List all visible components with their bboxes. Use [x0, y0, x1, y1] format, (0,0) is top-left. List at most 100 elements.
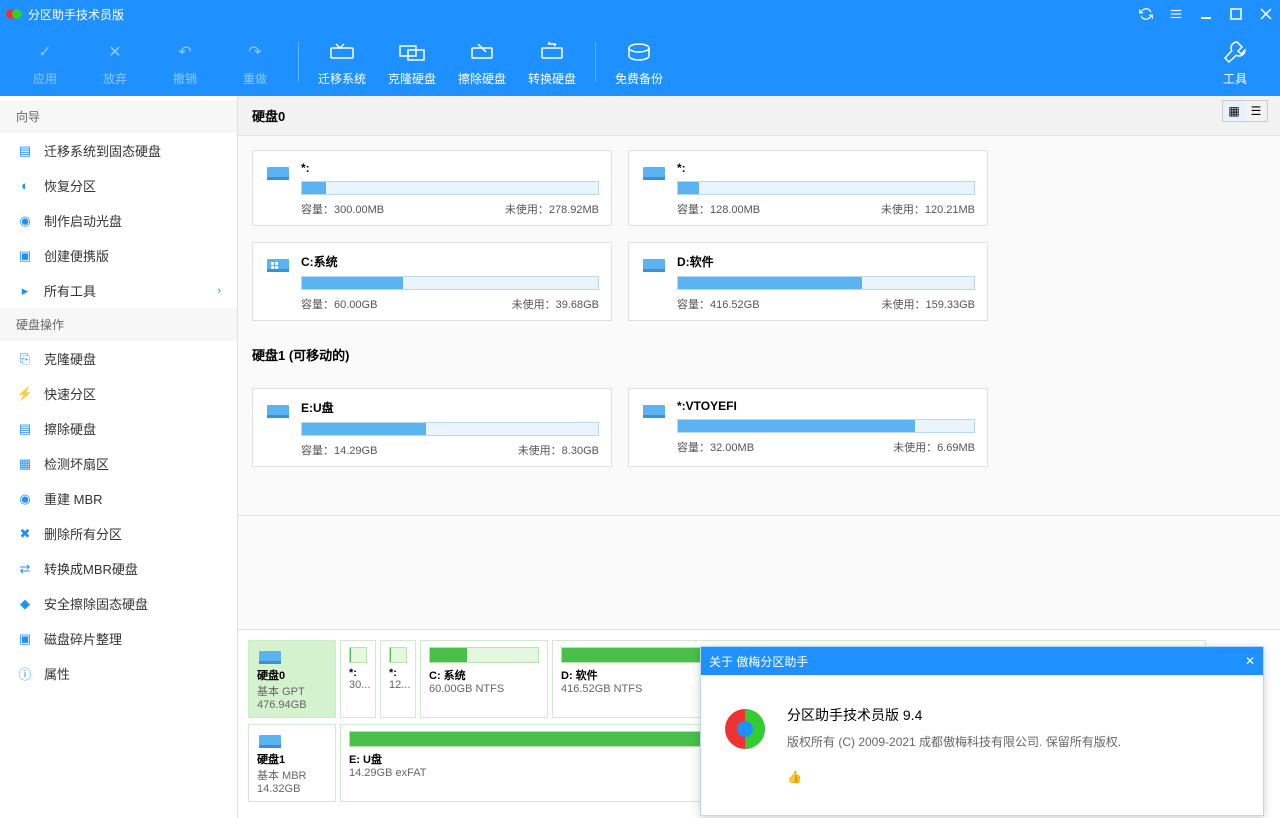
strip-partition[interactable]: C: 系统60.00GB NTFS — [420, 640, 548, 718]
sidebar-item-label: 创建便携版 — [44, 246, 109, 265]
sidebar-wizard-item[interactable]: ▤ 迁移系统到固态硬盘 — [0, 133, 237, 168]
sidebar-wizard-item[interactable]: ◐恢复分区 — [0, 168, 237, 203]
view-toggle: ▦ ☰ — [1222, 100, 1268, 122]
strip-disk-name: 硬盘0 — [257, 667, 327, 683]
sidebar-item-icon: ▤ — [16, 420, 34, 438]
sidebar-diskop-item[interactable]: ⚡快速分区 — [0, 376, 237, 411]
undo-button[interactable]: ↶撤销 — [150, 32, 220, 92]
about-logo-icon — [721, 705, 769, 753]
strip-partition[interactable]: *:30... — [340, 640, 376, 718]
partition-name: *: — [677, 161, 975, 175]
convert-button[interactable]: 转换硬盘 — [517, 32, 587, 92]
sidebar-wizard-item[interactable]: ▸所有工具› — [0, 273, 237, 308]
strip-partition[interactable]: *:12... — [380, 640, 416, 718]
strip-disk-name: 硬盘1 — [257, 751, 327, 767]
disk-icon — [265, 163, 291, 183]
redo-button[interactable]: ↷重做 — [220, 32, 290, 92]
about-thumb-icon: 👍 — [787, 770, 1121, 784]
sidebar-diskop-item[interactable]: ⇄ 转换成MBR硬盘 — [0, 551, 237, 586]
partition-card[interactable]: E:U盘 容量：14.29GB未使用：8.30GB — [252, 388, 612, 467]
tools-button[interactable]: 工具 — [1200, 32, 1270, 92]
about-close-button[interactable]: ✕ — [1245, 654, 1255, 668]
sidebar-item-icon: ▦ — [16, 455, 34, 473]
partition-free: 未使用：159.33GB — [881, 296, 975, 312]
close-button[interactable] — [1258, 6, 1274, 22]
sidebar-item-label: 所有工具 — [44, 281, 96, 300]
sidebar-diskop-item[interactable]: ⓘ属性 — [0, 656, 237, 691]
refresh-icon[interactable] — [1138, 6, 1154, 22]
sidebar-wizard-item[interactable]: ▣ 创建便携版 — [0, 238, 237, 273]
partition-name: *:VTOYEFI — [677, 399, 975, 413]
sidebar-wizard-header: 向导 — [0, 100, 237, 133]
sidebar-item-icon: ▣ — [16, 247, 34, 265]
partition-card[interactable]: *:VTOYEFI 容量：32.00MB 未使用：6.69MB — [628, 388, 988, 467]
partition-free: 未使用：120.21MB — [881, 201, 975, 217]
partition-card[interactable]: *: 容量：300.00MB未使用：278.92MB — [252, 150, 612, 226]
toolbar: ✓应用 ✕放弃 ↶撤销 ↷重做 迁移系统 克隆硬盘 擦除硬盘 转换硬盘 免费备份… — [0, 28, 1280, 96]
sidebar-item-icon: ⚡ — [16, 385, 34, 403]
disk0-title: 硬盘0 — [238, 96, 1280, 136]
sidebar-item-icon: ⇄ — [16, 560, 34, 578]
strip-usage-bar — [429, 647, 539, 663]
disk-icon — [265, 401, 291, 421]
sidebar-item-icon: ⓘ — [16, 665, 34, 683]
strip-disk-header[interactable]: 硬盘0基本 GPT476.94GB — [248, 640, 336, 718]
disk-icon — [265, 255, 291, 275]
usage-bar — [301, 181, 599, 195]
sidebar-item-label: 克隆硬盘 — [44, 349, 96, 368]
sidebar-item-icon: ◆ — [16, 595, 34, 613]
partition-free: 未使用：6.69MB — [893, 439, 975, 455]
discard-button[interactable]: ✕放弃 — [80, 32, 150, 92]
strip-partition-name: *: — [349, 667, 367, 679]
sidebar-item-icon: ▣ — [16, 630, 34, 648]
partition-free: 未使用：39.68GB — [512, 296, 599, 312]
strip-partition-info: 30... — [349, 679, 367, 691]
usage-bar — [677, 181, 975, 195]
sidebar-item-icon: ✖ — [16, 525, 34, 543]
sidebar-item-label: 迁移系统到固态硬盘 — [44, 141, 161, 160]
about-dialog: 关于 傲梅分区助手 ✕ 分区助手技术员版 9.4 版权所有 (C) 2009-2… — [700, 646, 1264, 816]
sidebar-diskop-item[interactable]: ◉重建 MBR — [0, 481, 237, 516]
strip-disk-type: 基本 GPT — [257, 683, 327, 699]
partition-card[interactable]: *: 容量：128.00MB未使用：120.21MB — [628, 150, 988, 226]
sidebar-item-icon: ▤ — [16, 142, 34, 160]
sidebar-diskop-item[interactable]: ✖ 删除所有分区 — [0, 516, 237, 551]
strip-disk-header[interactable]: 硬盘1基本 MBR14.32GB — [248, 724, 336, 802]
partition-card[interactable]: D:软件 容量：416.52GB未使用：159.33GB — [628, 242, 988, 321]
sidebar-diskop-item[interactable]: ▤擦除硬盘 — [0, 411, 237, 446]
sidebar-item-icon: ◉ — [16, 490, 34, 508]
partition-capacity: 容量：32.00MB — [677, 439, 754, 455]
partition-capacity: 容量：14.29GB — [301, 442, 377, 458]
sidebar-item-icon: ⎘ — [16, 350, 34, 368]
sidebar-diskop-header: 硬盘操作 — [0, 308, 237, 341]
usage-bar — [677, 276, 975, 290]
backup-button[interactable]: 免费备份 — [604, 32, 674, 92]
strip-usage-bar — [389, 647, 407, 663]
partition-card[interactable]: C:系统 容量：60.00GB未使用：39.68GB — [252, 242, 612, 321]
sidebar-wizard-item[interactable]: ◉制作启动光盘 — [0, 203, 237, 238]
card-view-button[interactable]: ▦ — [1223, 101, 1245, 121]
minimize-button[interactable] — [1198, 6, 1214, 22]
strip-disk-size: 476.94GB — [257, 699, 327, 711]
maximize-button[interactable] — [1228, 6, 1244, 22]
sidebar-diskop-item[interactable]: ◆安全擦除固态硬盘 — [0, 586, 237, 621]
about-title: 关于 傲梅分区助手 — [709, 653, 808, 670]
strip-partition-info: 12... — [389, 679, 407, 691]
migrate-button[interactable]: 迁移系统 — [307, 32, 377, 92]
clone-button[interactable]: 克隆硬盘 — [377, 32, 447, 92]
sidebar-diskop-item[interactable]: ▣磁盘碎片整理 — [0, 621, 237, 656]
strip-disk-type: 基本 MBR — [257, 767, 327, 783]
partition-name: D:软件 — [677, 253, 975, 270]
sidebar-item-label: 删除所有分区 — [44, 524, 122, 543]
sidebar-diskop-item[interactable]: ▦检测坏扇区 — [0, 446, 237, 481]
app-title: 分区助手技术员版 — [28, 6, 1138, 23]
sidebar-item-label: 转换成MBR硬盘 — [44, 559, 138, 578]
usage-bar — [301, 422, 599, 436]
about-copyright: 版权所有 (C) 2009-2021 成都傲梅科技有限公司. 保留所有版权. — [787, 733, 1121, 750]
strip-partition-name: C: 系统 — [429, 667, 539, 683]
wipe-button[interactable]: 擦除硬盘 — [447, 32, 517, 92]
sidebar-diskop-item[interactable]: ⎘ 克隆硬盘 — [0, 341, 237, 376]
menu-icon[interactable] — [1168, 6, 1184, 22]
apply-button[interactable]: ✓应用 — [10, 32, 80, 92]
list-view-button[interactable]: ☰ — [1245, 101, 1267, 121]
